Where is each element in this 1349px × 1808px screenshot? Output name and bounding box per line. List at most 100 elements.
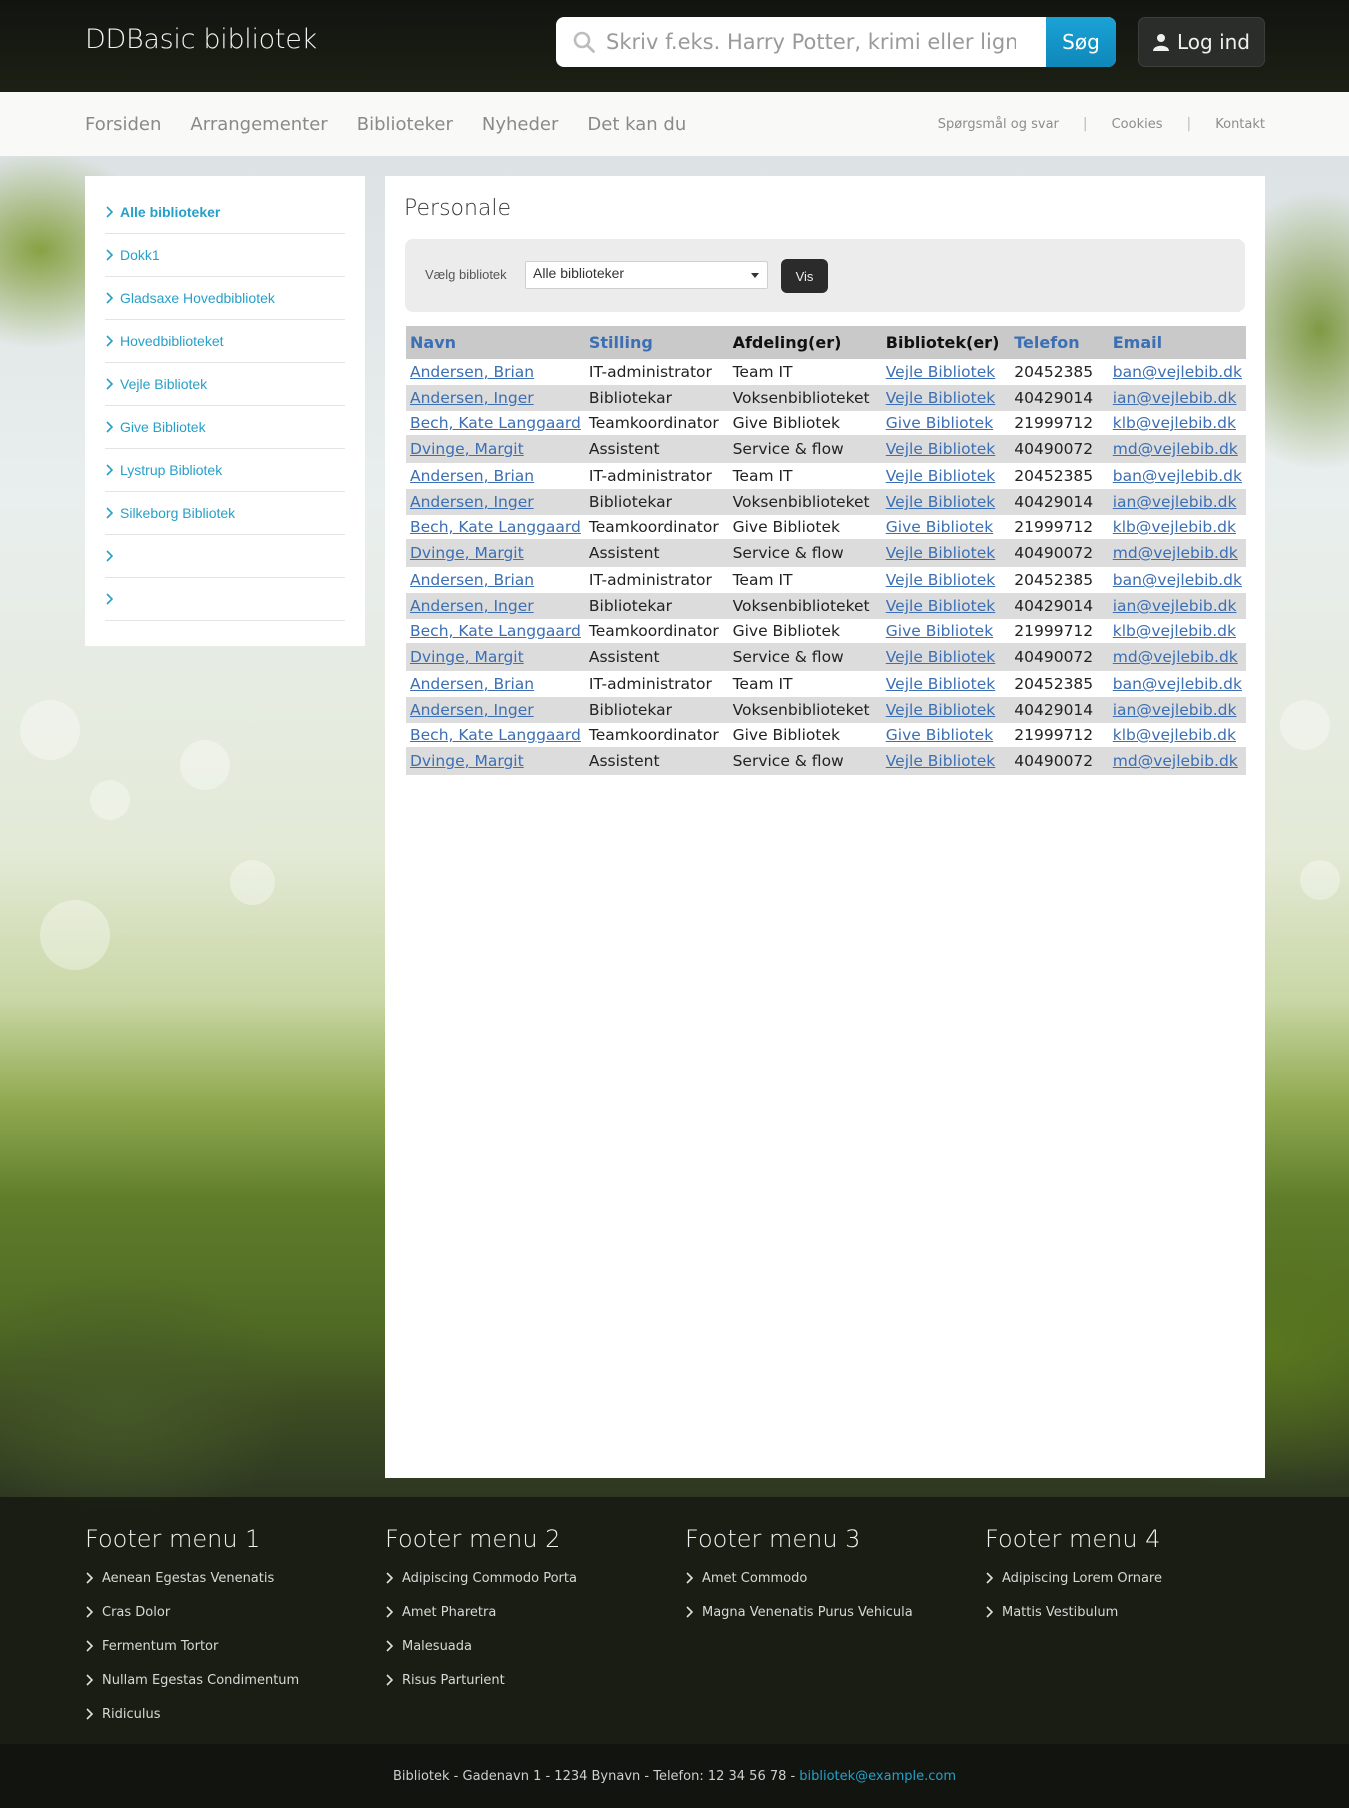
nav-item-nyheder[interactable]: Nyheder [482,114,559,135]
cell-library-link[interactable]: Vejle Bibliotek [886,440,995,458]
sidebar-item[interactable]: Alle biblioteker [105,191,345,234]
cell-name-link[interactable]: Bech, Kate Langgaard [410,518,581,536]
column-header-email[interactable]: Email [1108,326,1246,359]
cell-library-link[interactable]: Vejle Bibliotek [886,389,995,407]
cell-name-link[interactable]: Andersen, Brian [410,675,534,693]
footer-link[interactable]: Amet Commodo [685,1561,965,1595]
sidebar-item[interactable]: Lystrup Bibliotek [105,449,345,492]
show-button[interactable]: Vis [781,259,828,293]
nav-util-faq[interactable]: Spørgsmål og svar [938,117,1059,132]
footer-link[interactable]: Risus Parturient [385,1663,665,1697]
cell-library-link[interactable]: Give Bibliotek [886,726,993,744]
cell-library-link[interactable]: Vejle Bibliotek [886,544,995,562]
cell-email-link[interactable]: klb@vejlebib.dk [1113,518,1236,536]
cell-email-link[interactable]: md@vejlebib.dk [1113,440,1238,458]
cell-name-link[interactable]: Bech, Kate Langgaard [410,622,581,640]
column-header-name[interactable]: Navn [406,326,585,359]
cell-name-link[interactable]: Bech, Kate Langgaard [410,726,581,744]
footer-link[interactable]: Mattis Vestibulum [985,1595,1265,1629]
cell-name-link[interactable]: Andersen, Inger [410,493,534,511]
sidebar-item[interactable]: Vejle Bibliotek [105,363,345,406]
cell-library-link[interactable]: Give Bibliotek [886,518,993,536]
sidebar-item[interactable]: Dokk1 [105,234,345,277]
footer-link[interactable]: Cras Dolor [85,1595,365,1629]
cell-email-link[interactable]: ian@vejlebib.dk [1113,597,1237,615]
nav-util-kontakt[interactable]: Kontakt [1215,117,1265,132]
cell-name-link[interactable]: Andersen, Brian [410,363,534,381]
footer-link[interactable]: Magna Venenatis Purus Vehicula [685,1595,965,1629]
cell-library-link[interactable]: Vejle Bibliotek [886,752,995,770]
sidebar-item[interactable]: Hovedbiblioteket [105,320,345,363]
cell-library-link[interactable]: Vejle Bibliotek [886,571,995,589]
cell-library-link[interactable]: Vejle Bibliotek [886,648,995,666]
cell-email-link[interactable]: ian@vejlebib.dk [1113,493,1237,511]
cell-email-link[interactable]: ban@vejlebib.dk [1113,675,1242,693]
footer-link-label: Magna Venenatis Purus Vehicula [702,1604,913,1620]
cell-name: Andersen, Inger [406,489,585,515]
cell-library-link[interactable]: Vejle Bibliotek [886,467,995,485]
cell-name-link[interactable]: Andersen, Inger [410,389,534,407]
footer-link[interactable]: Nullam Egestas Condimentum [85,1663,365,1697]
cell-library-link[interactable]: Vejle Bibliotek [886,701,995,719]
cell-email-link[interactable]: md@vejlebib.dk [1113,648,1238,666]
search-input[interactable] [606,17,1016,67]
cell-name-link[interactable]: Dvinge, Margit [410,648,524,666]
cell-name-link[interactable]: Andersen, Brian [410,467,534,485]
sidebar-item[interactable]: Gladsaxe Hovedbibliotek [105,277,345,320]
sidebar-item[interactable]: Give Bibliotek [105,406,345,449]
nav-item-forsiden[interactable]: Forsiden [85,114,161,135]
cell-name-link[interactable]: Andersen, Inger [410,597,534,615]
cell-library-link[interactable]: Vejle Bibliotek [886,493,995,511]
sidebar-item[interactable]: Silkeborg Bibliotek [105,492,345,535]
footer-link[interactable]: Adipiscing Commodo Porta [385,1561,665,1595]
cell-email: md@vejlebib.dk [1108,747,1246,775]
cell-email-link[interactable]: md@vejlebib.dk [1113,752,1238,770]
sidebar-item[interactable] [105,535,345,578]
nav-item-arrangementer[interactable]: Arrangementer [190,114,327,135]
column-header-position[interactable]: Stilling [584,326,729,359]
cell-name-link[interactable]: Dvinge, Margit [410,544,524,562]
cell-email-link[interactable]: ban@vejlebib.dk [1113,467,1242,485]
cell-name-link[interactable]: Andersen, Inger [410,701,534,719]
site-logo-text[interactable]: DDBasic bibliotek [85,24,317,55]
cell-email-link[interactable]: md@vejlebib.dk [1113,544,1238,562]
sidebar-item[interactable] [105,578,345,621]
cell-email-link[interactable]: ban@vejlebib.dk [1113,571,1242,589]
footer-link[interactable]: Adipiscing Lorem Ornare [985,1561,1265,1595]
nav-util-cookies[interactable]: Cookies [1112,117,1163,132]
cell-email-link[interactable]: klb@vejlebib.dk [1113,414,1236,432]
cell-department: Voksenbiblioteket [728,385,882,411]
search-button[interactable]: Søg [1046,17,1116,67]
cell-email-link[interactable]: klb@vejlebib.dk [1113,622,1236,640]
cell-email-link[interactable]: ban@vejlebib.dk [1113,363,1242,381]
cell-name-link[interactable]: Dvinge, Margit [410,752,524,770]
footer-email-link[interactable]: bibliotek@example.com [799,1769,956,1784]
footer-link[interactable]: Amet Pharetra [385,1595,665,1629]
cell-name-link[interactable]: Andersen, Brian [410,571,534,589]
footer-link[interactable]: Aenean Egestas Venenatis [85,1561,365,1595]
cell-name-link[interactable]: Bech, Kate Langgaard [410,414,581,432]
footer-link[interactable]: Malesuada [385,1629,665,1663]
cell-email-link[interactable]: ian@vejlebib.dk [1113,389,1237,407]
nav-item-biblioteker[interactable]: Biblioteker [357,114,453,135]
library-select[interactable]: Alle biblioteker [525,261,768,289]
footer-column: Footer menu 2 Adipiscing Commodo Porta Ame… [385,1525,665,1697]
cell-library-link[interactable]: Give Bibliotek [886,622,993,640]
cell-position: Teamkoordinator [584,619,729,643]
footer-link[interactable]: Fermentum Tortor [85,1629,365,1663]
cell-position: IT-administrator [584,359,729,385]
cell-library-link[interactable]: Give Bibliotek [886,414,993,432]
cell-name-link[interactable]: Dvinge, Margit [410,440,524,458]
cell-library-link[interactable]: Vejle Bibliotek [886,675,995,693]
cell-position: Bibliotekar [584,489,729,515]
cell-library-link[interactable]: Vejle Bibliotek [886,363,995,381]
footer-link[interactable]: Ridiculus [85,1697,365,1731]
footer-column-title: Footer menu 1 [85,1525,261,1553]
column-header-phone[interactable]: Telefon [1010,326,1109,359]
cell-email-link[interactable]: ian@vejlebib.dk [1113,701,1237,719]
cell-library-link[interactable]: Vejle Bibliotek [886,597,995,615]
cell-email-link[interactable]: klb@vejlebib.dk [1113,726,1236,744]
login-button[interactable]: Log ind [1138,17,1265,67]
cell-department: Give Bibliotek [728,723,882,747]
nav-item-det-kan-du[interactable]: Det kan du [587,114,686,135]
